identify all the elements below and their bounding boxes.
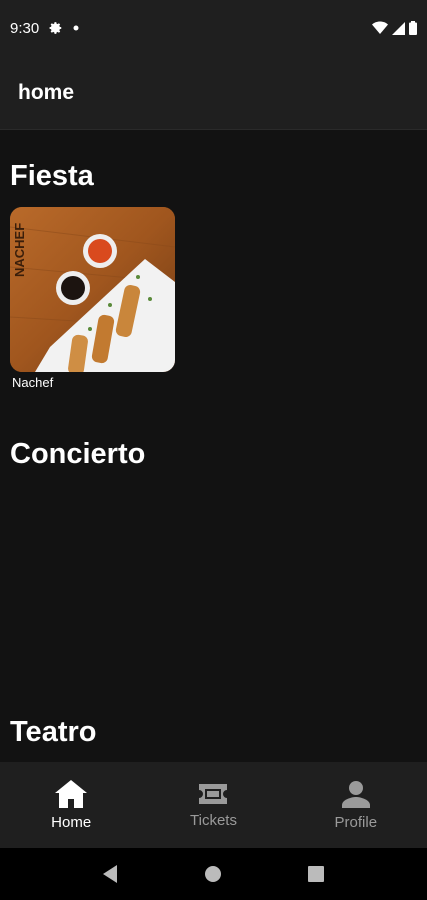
back-icon[interactable]	[102, 865, 119, 883]
gear-icon	[49, 22, 62, 34]
status-bar: 9:30	[0, 0, 427, 56]
bottom-navigation: Home Tickets Profile	[0, 762, 427, 848]
status-time: 9:30	[10, 19, 40, 37]
event-name: Nachef	[12, 375, 54, 390]
board-logo: NACHEF	[12, 223, 27, 277]
person-icon	[341, 780, 370, 808]
section-title-teatro: Teatro	[10, 716, 97, 748]
nav-item-tickets[interactable]: Tickets	[142, 762, 284, 848]
page-title: home	[18, 80, 75, 104]
home-circle-icon[interactable]	[204, 865, 222, 883]
section-title-fiesta: Fiesta	[10, 160, 94, 192]
event-card[interactable]: NACHEF Nachef	[10, 207, 175, 390]
recents-icon[interactable]	[308, 866, 325, 882]
battery-icon	[409, 21, 417, 35]
nav-item-profile[interactable]: Profile	[285, 762, 427, 848]
nav-label-tickets: Tickets	[190, 811, 237, 829]
signal-icon	[392, 21, 405, 35]
section-title-concierto: Concierto	[10, 438, 146, 470]
system-navigation-bar	[0, 848, 427, 900]
app-bar: home	[0, 56, 427, 130]
wifi-icon	[372, 21, 388, 34]
dot-icon	[73, 25, 79, 31]
home-icon	[55, 779, 88, 808]
nav-label-home: Home	[51, 813, 92, 831]
nav-item-home[interactable]: Home	[0, 762, 142, 848]
event-image: NACHEF	[10, 207, 175, 372]
nav-label-profile: Profile	[334, 813, 378, 831]
ticket-icon	[199, 783, 228, 804]
